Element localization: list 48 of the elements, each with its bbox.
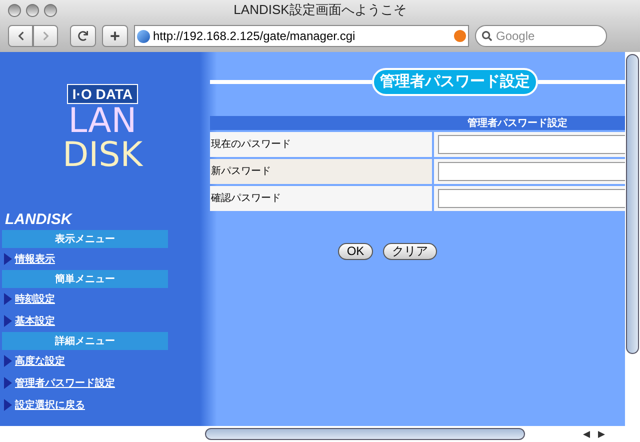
window-title: LANDISK設定画面へようこそ — [232, 1, 408, 20]
sidebar-link[interactable]: 高度な設定 — [15, 354, 65, 368]
forward-icon — [40, 31, 50, 41]
search-icon — [482, 31, 492, 41]
sidebar-heading: LANDISK — [5, 210, 74, 230]
sidebar-link[interactable]: 管理者パスワード設定 — [15, 376, 115, 390]
vertical-scrollbar-thumb[interactable] — [626, 54, 639, 354]
url-text: http://192.168.2.125/gate/manager.cgi — [153, 28, 356, 45]
reload-icon — [78, 31, 88, 41]
password-field[interactable] — [438, 162, 625, 181]
back-button[interactable] — [8, 25, 33, 47]
triangle-icon — [4, 355, 12, 367]
add-bookmark-button[interactable] — [102, 25, 128, 47]
field-label: 新パスワード — [210, 159, 432, 184]
menu-header: 表示メニュー — [2, 230, 168, 248]
form-button[interactable]: OK — [338, 243, 374, 260]
triangle-icon — [4, 399, 12, 411]
forward-button[interactable] — [33, 25, 58, 47]
sidebar-link[interactable]: 情報表示 — [15, 252, 55, 266]
logo-drawing: I·O DATA LAN DISK — [61, 84, 144, 172]
triangle-icon — [4, 315, 12, 327]
menu-header: 詳細メニュー — [2, 332, 168, 350]
sidebar-link[interactable]: 基本設定 — [15, 314, 55, 328]
plus-icon — [110, 31, 120, 41]
triangle-icon — [4, 377, 12, 389]
horizontal-scrollbar-thumb[interactable] — [205, 428, 525, 440]
search-input[interactable]: Google — [496, 27, 586, 45]
form-header: 管理者パスワード設定 — [210, 116, 625, 130]
scroll-right-icon[interactable] — [598, 430, 605, 438]
address-field[interactable]: http://192.168.2.125/gate/manager.cgi — [134, 25, 469, 47]
back-icon — [16, 31, 26, 41]
form-button[interactable]: クリア — [383, 243, 438, 260]
window-control-icon[interactable] — [44, 4, 57, 16]
password-field[interactable] — [438, 189, 625, 208]
password-field[interactable] — [438, 135, 625, 154]
field-label: 確認パスワード — [210, 186, 432, 211]
sidebar-link[interactable]: 設定選択に戻る — [15, 398, 85, 412]
menu-header: 簡単メニュー — [2, 270, 168, 288]
field-label: 現在のパスワード — [210, 132, 432, 157]
triangle-icon — [4, 293, 12, 305]
triangle-icon — [4, 253, 12, 265]
page-title: 管理者パスワード設定 — [372, 68, 538, 96]
reload-button[interactable] — [70, 25, 96, 47]
window-control-icon[interactable] — [8, 4, 21, 16]
scroll-left-icon[interactable] — [583, 430, 590, 438]
search-field[interactable]: Google — [475, 25, 607, 47]
sidebar-link[interactable]: 時刻設定 — [15, 292, 55, 306]
window-control-icon[interactable] — [26, 4, 39, 16]
